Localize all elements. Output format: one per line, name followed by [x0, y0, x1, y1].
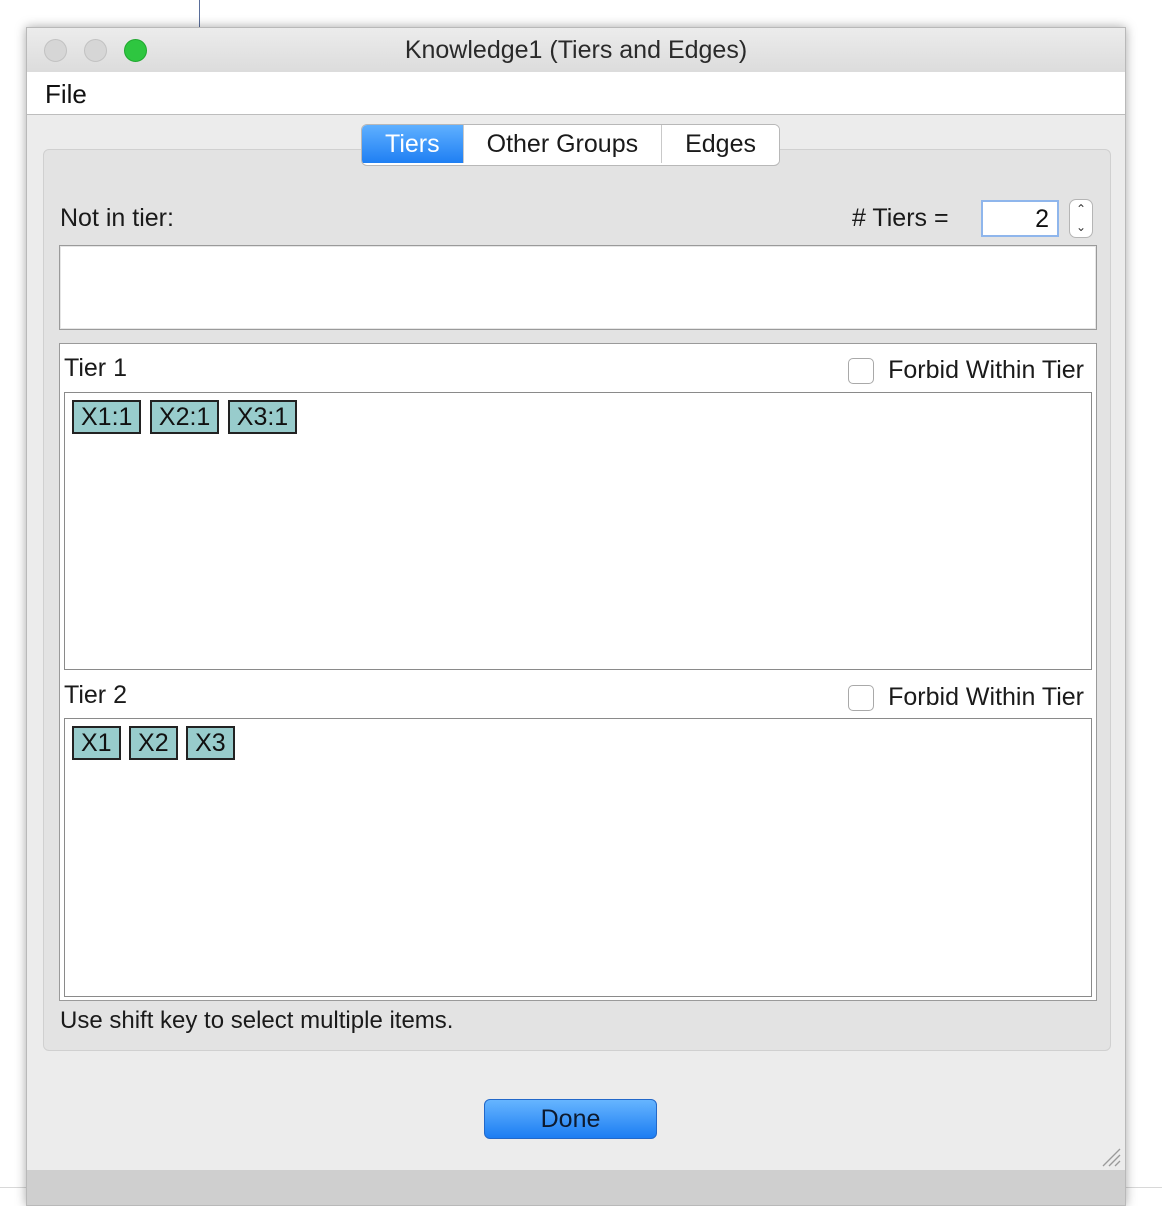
title-bar[interactable]: Knowledge1 (Tiers and Edges)	[27, 28, 1125, 73]
background-window-edge	[199, 0, 200, 27]
num-tiers-label: # Tiers =	[852, 204, 949, 232]
window-bottom-edge	[27, 1170, 1125, 1205]
variable-chip[interactable]: X3:1	[227, 400, 298, 434]
tier-2-forbid-label: Forbid Within Tier	[888, 683, 1084, 711]
tier-2-label: Tier 2	[64, 681, 127, 709]
tab-edges[interactable]: Edges	[662, 125, 779, 163]
knowledge-window: Knowledge1 (Tiers and Edges) File Tiers …	[26, 27, 1126, 1206]
tier-1-header: Tier 1 Forbid Within Tier	[64, 344, 1092, 390]
tier-1-label: Tier 1	[64, 354, 127, 382]
tier-2-forbid-checkbox[interactable]: Forbid Within Tier	[848, 683, 1084, 712]
num-tiers-stepper[interactable]: ⌃ ⌄	[1069, 199, 1093, 238]
variable-chip[interactable]: X2	[129, 726, 178, 760]
menu-bar: File	[27, 72, 1125, 115]
done-button[interactable]: Done	[484, 1099, 657, 1139]
num-tiers-input[interactable]	[981, 200, 1059, 237]
tab-bar: Tiers Other Groups Edges	[361, 124, 780, 166]
tier-1-forbid-checkbox[interactable]: Forbid Within Tier	[848, 356, 1084, 385]
checkbox-icon[interactable]	[848, 357, 875, 384]
tier-2-header: Tier 2 Forbid Within Tier	[64, 671, 1092, 717]
variable-chip[interactable]: X1:1	[72, 400, 142, 434]
resize-grip-icon[interactable]	[1099, 1145, 1121, 1167]
chevron-up-icon[interactable]: ⌃	[1070, 200, 1092, 218]
variable-chip[interactable]: X2:1	[149, 400, 220, 434]
menu-file[interactable]: File	[45, 79, 87, 110]
hint-text: Use shift key to select multiple items.	[60, 1007, 454, 1034]
not-in-tier-label: Not in tier:	[60, 204, 174, 232]
tiers-container: Tier 1 Forbid Within Tier X1:1 X2:1 X3:1…	[59, 343, 1097, 1001]
tier-2-list[interactable]: X1 X2 X3	[64, 718, 1092, 997]
window-title: Knowledge1 (Tiers and Edges)	[404, 36, 748, 64]
variable-chip[interactable]: X3	[186, 726, 235, 760]
chevron-down-icon[interactable]: ⌄	[1070, 218, 1092, 236]
tab-other-groups[interactable]: Other Groups	[463, 125, 663, 163]
variable-chip[interactable]: X1	[72, 726, 121, 760]
tier-1-forbid-label: Forbid Within Tier	[888, 356, 1084, 384]
checkbox-icon[interactable]	[848, 684, 875, 711]
tier-1-list[interactable]: X1:1 X2:1 X3:1	[64, 392, 1092, 670]
not-in-tier-list[interactable]	[59, 245, 1097, 330]
tab-tiers[interactable]: Tiers	[362, 125, 464, 163]
